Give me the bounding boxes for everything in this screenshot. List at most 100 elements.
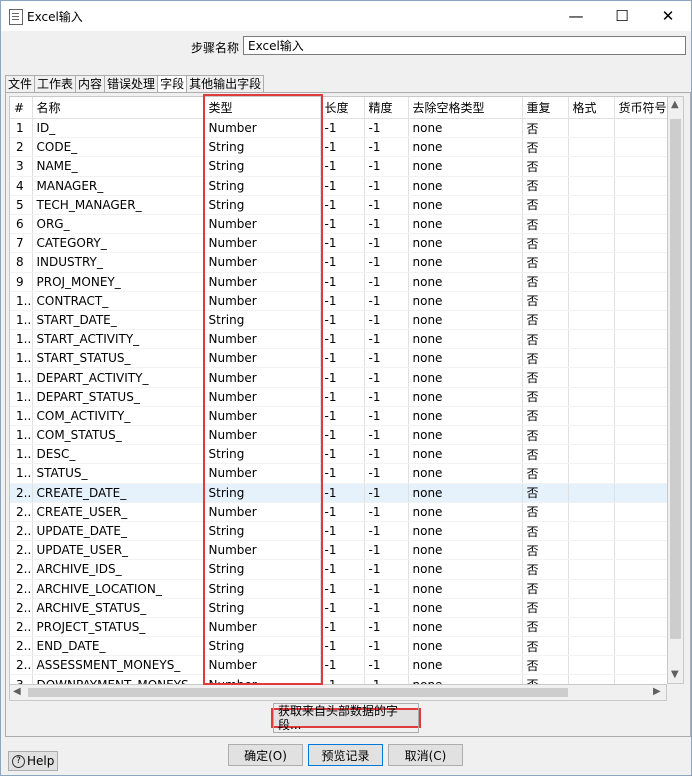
- tab-worksheet[interactable]: 工作表: [34, 75, 77, 93]
- precision-cell[interactable]: -1: [364, 579, 409, 599]
- length-cell[interactable]: -1: [320, 502, 365, 522]
- field-type-cell[interactable]: String: [204, 156, 321, 177]
- length-cell[interactable]: -1: [320, 118, 365, 139]
- table-row[interactable]: 2.. ASSESSMENT_MONEYS_ Number -1 -1 none 否: [10, 655, 668, 676]
- precision-cell[interactable]: -1: [364, 252, 409, 273]
- repeat-cell[interactable]: 否: [522, 502, 569, 522]
- tab-file[interactable]: 文件: [5, 75, 36, 93]
- format-cell[interactable]: [568, 463, 615, 484]
- row-index[interactable]: 7: [10, 233, 33, 254]
- currency-cell[interactable]: [614, 348, 668, 369]
- field-name-cell[interactable]: COM_ACTIVITY_: [32, 406, 205, 427]
- minimize-button[interactable]: —: [553, 1, 599, 31]
- maximize-button[interactable]: ☐: [599, 1, 645, 31]
- field-type-cell[interactable]: String: [204, 195, 321, 215]
- field-name-cell[interactable]: START_ACTIVITY_: [32, 329, 205, 350]
- format-cell[interactable]: [568, 502, 615, 522]
- length-cell[interactable]: -1: [320, 348, 365, 369]
- currency-cell[interactable]: [614, 291, 668, 311]
- col-header-format[interactable]: 格式: [568, 97, 615, 119]
- currency-cell[interactable]: [614, 118, 668, 139]
- precision-cell[interactable]: -1: [364, 521, 409, 542]
- horizontal-scroll-thumb[interactable]: [28, 688, 568, 697]
- row-index[interactable]: 1..: [10, 425, 33, 446]
- trim-type-cell[interactable]: none: [408, 636, 523, 657]
- length-cell[interactable]: -1: [320, 233, 365, 254]
- precision-cell[interactable]: -1: [364, 406, 409, 427]
- currency-cell[interactable]: [614, 233, 668, 254]
- currency-cell[interactable]: [614, 195, 668, 215]
- precision-cell[interactable]: -1: [364, 348, 409, 369]
- table-row[interactable]: 2.. PROJECT_STATUS_ Number -1 -1 none 否: [10, 617, 668, 638]
- row-index[interactable]: 2..: [10, 521, 33, 542]
- currency-cell[interactable]: [614, 598, 668, 618]
- format-cell[interactable]: [568, 483, 615, 503]
- format-cell[interactable]: [568, 137, 615, 158]
- trim-type-cell[interactable]: none: [408, 502, 523, 522]
- format-cell[interactable]: [568, 118, 615, 139]
- format-cell[interactable]: [568, 214, 615, 235]
- precision-cell[interactable]: -1: [364, 233, 409, 254]
- currency-cell[interactable]: [614, 272, 668, 292]
- trim-type-cell[interactable]: none: [408, 137, 523, 158]
- length-cell[interactable]: -1: [320, 617, 365, 638]
- field-type-cell[interactable]: String: [204, 176, 321, 196]
- field-name-cell[interactable]: UPDATE_USER_: [32, 540, 205, 561]
- field-type-cell[interactable]: String: [204, 559, 321, 580]
- repeat-cell[interactable]: 否: [522, 463, 569, 484]
- repeat-cell[interactable]: 否: [522, 348, 569, 369]
- table-row[interactable]: 5 TECH_MANAGER_ String -1 -1 none 否: [10, 195, 668, 215]
- table-row[interactable]: 1.. DESC_ String -1 -1 none 否: [10, 444, 668, 465]
- field-type-cell[interactable]: Number: [204, 367, 321, 388]
- currency-cell[interactable]: [614, 425, 668, 446]
- length-cell[interactable]: -1: [320, 252, 365, 273]
- precision-cell[interactable]: -1: [364, 559, 409, 580]
- table-row[interactable]: 1.. COM_ACTIVITY_ Number -1 -1 none 否: [10, 406, 668, 427]
- row-index[interactable]: 2..: [10, 617, 33, 638]
- field-type-cell[interactable]: Number: [204, 540, 321, 561]
- field-name-cell[interactable]: CATEGORY_: [32, 233, 205, 254]
- table-row[interactable]: 2 CODE_ String -1 -1 none 否: [10, 137, 668, 158]
- col-header-trim-type[interactable]: 去除空格类型: [408, 97, 523, 119]
- trim-type-cell[interactable]: none: [408, 176, 523, 196]
- field-name-cell[interactable]: ID_: [32, 118, 205, 139]
- length-cell[interactable]: -1: [320, 559, 365, 580]
- table-row[interactable]: 1.. START_STATUS_ Number -1 -1 none 否: [10, 348, 668, 369]
- table-row[interactable]: 2.. CREATE_USER_ Number -1 -1 none 否: [10, 502, 668, 522]
- repeat-cell[interactable]: 否: [522, 329, 569, 350]
- precision-cell[interactable]: -1: [364, 483, 409, 503]
- repeat-cell[interactable]: 否: [522, 406, 569, 427]
- repeat-cell[interactable]: 否: [522, 233, 569, 254]
- currency-cell[interactable]: [614, 214, 668, 235]
- field-type-cell[interactable]: Number: [204, 463, 321, 484]
- table-row[interactable]: 2.. ARCHIVE_IDS_ String -1 -1 none 否: [10, 559, 668, 580]
- field-type-cell[interactable]: String: [204, 598, 321, 618]
- row-index[interactable]: 1..: [10, 310, 33, 331]
- length-cell[interactable]: -1: [320, 156, 365, 177]
- repeat-cell[interactable]: 否: [522, 444, 569, 465]
- repeat-cell[interactable]: 否: [522, 579, 569, 599]
- row-index[interactable]: 2..: [10, 540, 33, 561]
- precision-cell[interactable]: -1: [364, 425, 409, 446]
- field-type-cell[interactable]: String: [204, 137, 321, 158]
- repeat-cell[interactable]: 否: [522, 483, 569, 503]
- ok-button[interactable]: 确定(O): [228, 744, 303, 766]
- field-name-cell[interactable]: ARCHIVE_STATUS_: [32, 598, 205, 618]
- field-name-cell[interactable]: CODE_: [32, 137, 205, 158]
- currency-cell[interactable]: [614, 329, 668, 350]
- repeat-cell[interactable]: 否: [522, 214, 569, 235]
- field-type-cell[interactable]: Number: [204, 348, 321, 369]
- format-cell[interactable]: [568, 387, 615, 407]
- currency-cell[interactable]: [614, 444, 668, 465]
- length-cell[interactable]: -1: [320, 310, 365, 331]
- table-row[interactable]: 1.. STATUS_ Number -1 -1 none 否: [10, 463, 668, 484]
- row-index[interactable]: 2: [10, 137, 33, 158]
- row-index[interactable]: 2..: [10, 655, 33, 676]
- field-type-cell[interactable]: Number: [204, 233, 321, 254]
- length-cell[interactable]: -1: [320, 272, 365, 292]
- precision-cell[interactable]: -1: [364, 329, 409, 350]
- length-cell[interactable]: -1: [320, 387, 365, 407]
- field-type-cell[interactable]: String: [204, 636, 321, 657]
- format-cell[interactable]: [568, 598, 615, 618]
- col-header-currency[interactable]: 货币符号: [614, 97, 668, 119]
